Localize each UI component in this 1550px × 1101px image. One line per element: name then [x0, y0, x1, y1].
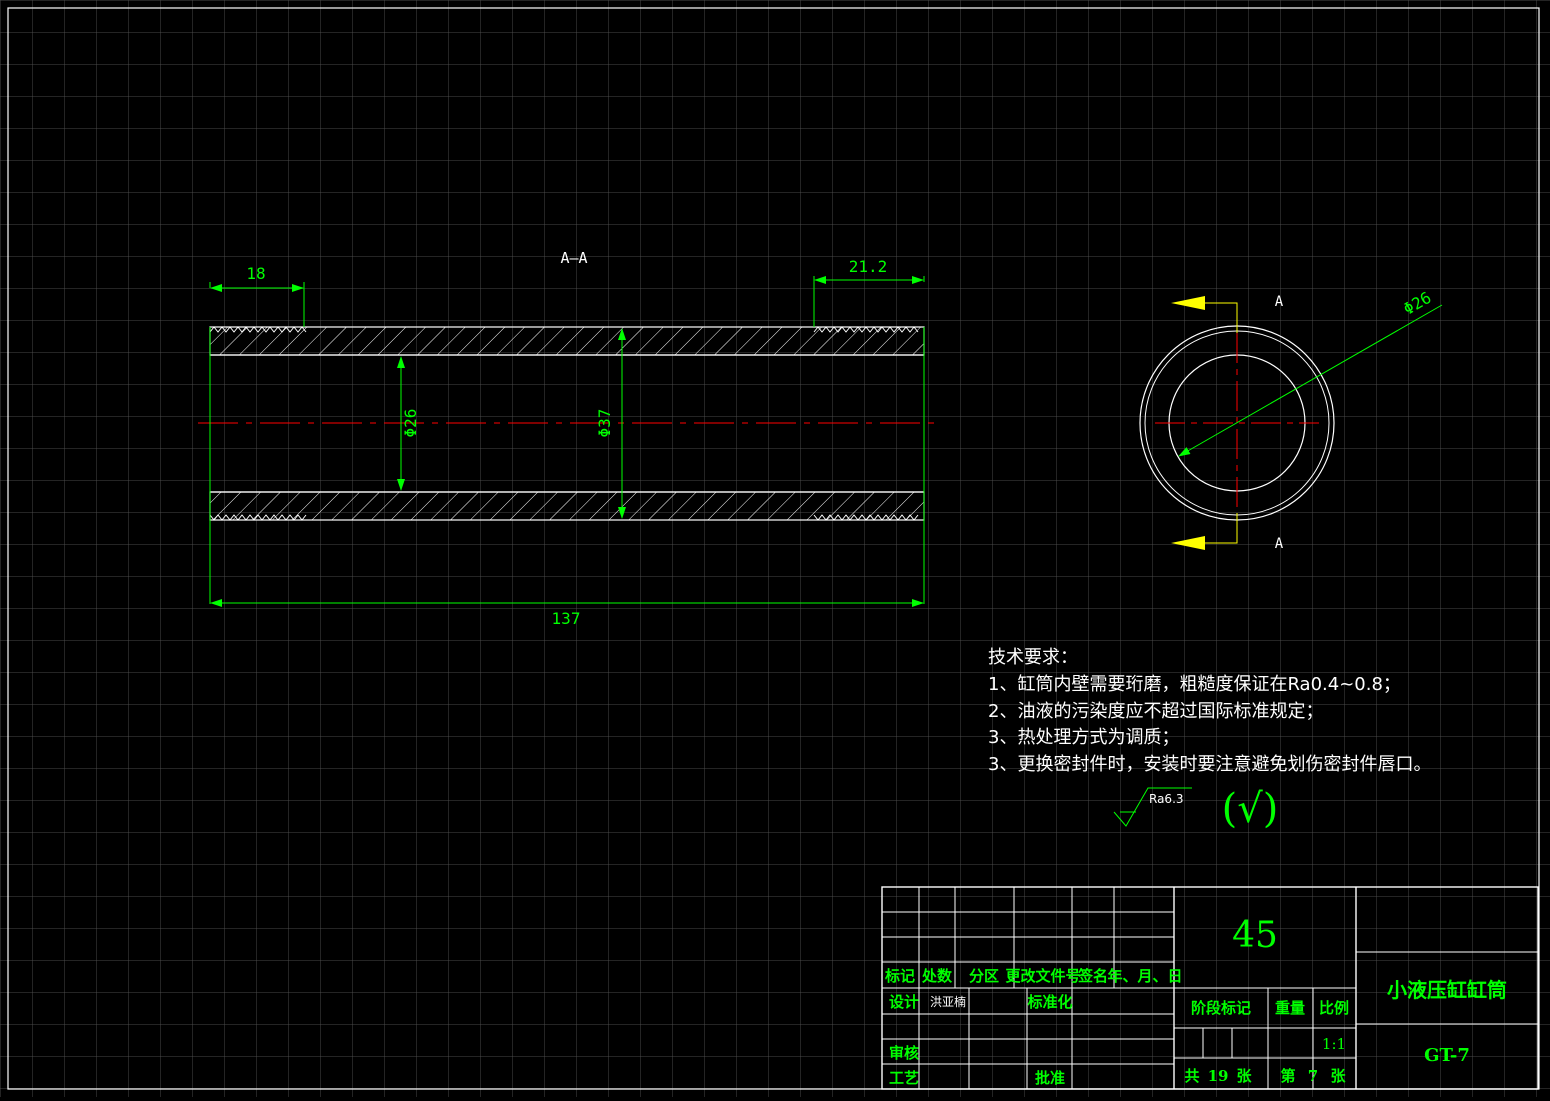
tb-scale-label: 比例 — [1319, 999, 1349, 1017]
cut-label-top: A — [1275, 294, 1284, 310]
tech-item-3: 3、热处理方式为调质； — [988, 727, 1179, 748]
tb-designer: 洪亚楠 — [930, 994, 966, 1009]
drawing: A—A 18 21.2 137 Φ26 Φ37 A A Φ26 技术要求： 1、… — [7, 7, 1540, 1090]
tb-sheet-label: 第 — [1280, 1067, 1295, 1085]
dim-21-2: 21.2 — [849, 257, 888, 276]
tech-title: 技术要求： — [988, 647, 1078, 668]
dim-circle-d26: Φ26 — [1400, 288, 1435, 319]
dim-137: 137 — [552, 609, 581, 628]
dim-d26: Φ26 — [401, 409, 420, 438]
section-dimensions — [209, 276, 925, 607]
tb-scale: 1:1 — [1322, 1035, 1346, 1053]
tb-col-mark: 标记 — [884, 967, 915, 985]
title-block-text: 45 标记 处数 分区 更改文件号 签名 年、月、日 设计 洪亚楠 标准化 审核… — [884, 915, 1507, 1087]
tb-col-date: 年、月、日 — [1107, 967, 1182, 985]
tech-item-4: 3、更换密封件时，安装时要注意避免划伤密封件唇口。 — [988, 754, 1431, 775]
section-label: A—A — [560, 249, 587, 267]
dim-d37: Φ37 — [595, 409, 614, 438]
tb-process-label: 工艺 — [889, 1069, 919, 1087]
lower-wall-hatch — [209, 491, 925, 521]
upper-wall-hatch — [209, 326, 925, 356]
tb-col-zone: 分区 — [969, 967, 999, 985]
section-view — [198, 326, 936, 521]
section-arrow-top — [1171, 296, 1205, 310]
tb-approve-label: 批准 — [1035, 1069, 1065, 1087]
tech-item-1: 1、缸筒内壁需要珩磨，粗糙度保证在Ra0.4~0.8； — [988, 673, 1401, 695]
cad-canvas[interactable]: A—A 18 21.2 137 Φ26 Φ37 A A Φ26 技术要求： 1、… — [0, 0, 1550, 1097]
tb-total-label: 共 — [1184, 1067, 1199, 1085]
section-arrow-bottom — [1171, 536, 1205, 550]
tb-part-name: 小液压缸缸筒 — [1387, 978, 1507, 1002]
tb-col-docno: 更改文件号 — [1005, 967, 1080, 985]
cut-line-bottom — [1205, 513, 1238, 544]
tb-review-label: 审核 — [889, 1044, 919, 1062]
dim-18: 18 — [246, 264, 265, 283]
tb-col-count: 处数 — [921, 967, 953, 985]
tb-weight-label: 重量 — [1275, 999, 1305, 1017]
cut-label-bottom: A — [1275, 536, 1284, 552]
roughness-other: (√) — [1222, 786, 1279, 832]
tb-standardize-label: 标准化 — [1026, 993, 1072, 1011]
tb-sheet-unit2: 张 — [1330, 1067, 1346, 1085]
tb-col-sign: 签名 — [1077, 967, 1108, 985]
tb-material: 45 — [1232, 915, 1278, 956]
cut-line-top — [1205, 302, 1238, 333]
end-view — [1139, 296, 1443, 550]
tb-sheet-no: 7 — [1308, 1067, 1318, 1085]
tb-drawing-no: GT-7 — [1424, 1045, 1470, 1066]
tb-stage-label: 阶段标记 — [1191, 999, 1251, 1017]
tb-design-label: 设计 — [889, 993, 919, 1011]
tb-total-sheets: 19 — [1208, 1067, 1229, 1085]
tech-requirements: 技术要求： 1、缸筒内壁需要珩磨，粗糙度保证在Ra0.4~0.8； 2、油液的污… — [988, 647, 1431, 775]
tb-sheet-unit: 张 — [1236, 1067, 1252, 1085]
tech-item-2: 2、油液的污染度应不超过国际标准规定； — [988, 701, 1323, 722]
roughness-value: Ra6.3 — [1149, 792, 1184, 806]
drawing-frame — [7, 7, 1540, 1090]
